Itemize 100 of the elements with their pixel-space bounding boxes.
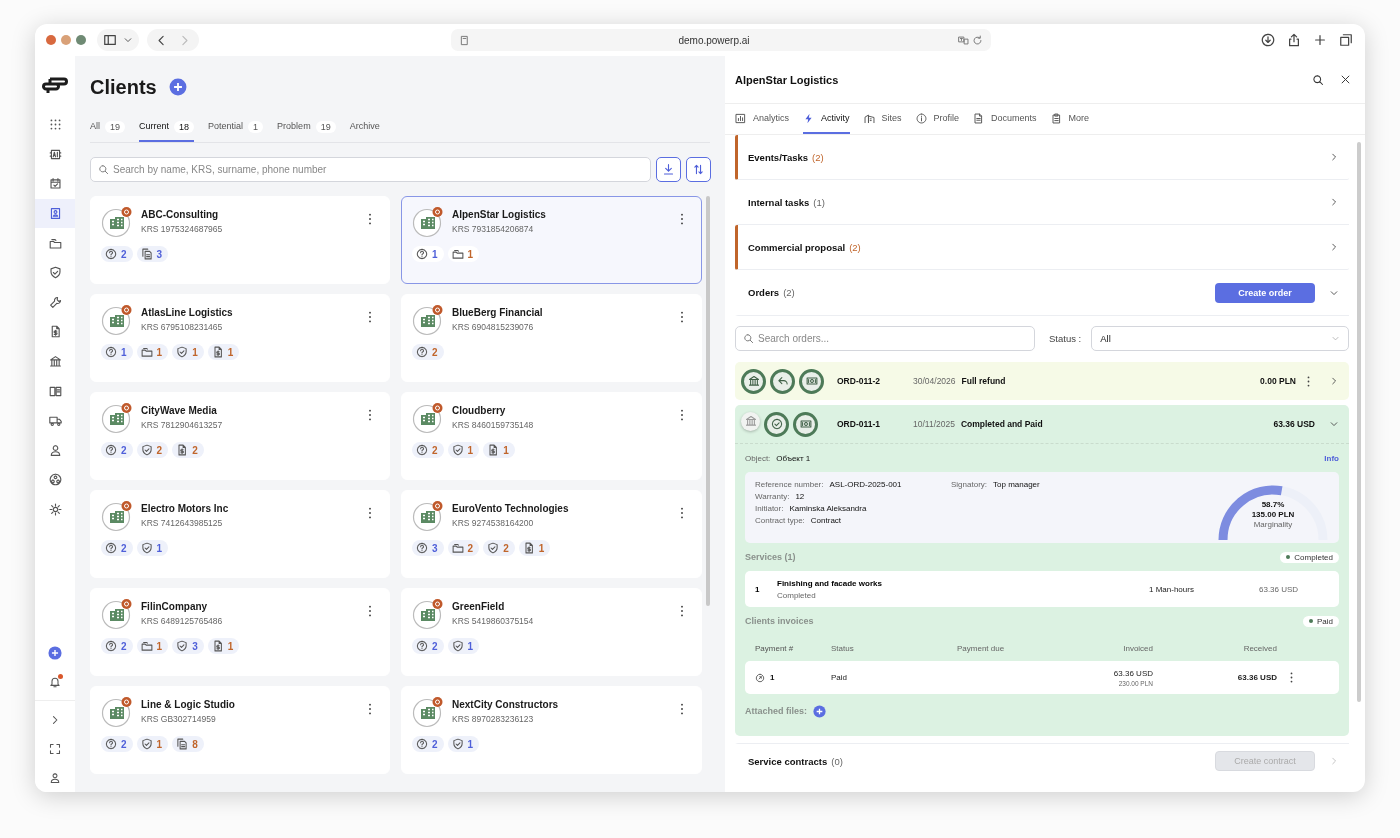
download-icon: [662, 163, 675, 176]
panel-tab[interactable]: Sites: [863, 104, 902, 134]
count: 1: [467, 738, 474, 750]
add-client-icon[interactable]: [168, 78, 187, 96]
logo-icon[interactable]: [42, 76, 68, 96]
section-row[interactable]: Events/Tasks (2): [735, 135, 1349, 180]
client-card[interactable]: Cloudberry KRS 8460159735148 2 1 1: [401, 392, 702, 480]
panel-tab[interactable]: Documents: [973, 104, 1037, 134]
section-title: Service contracts: [748, 755, 828, 767]
client-card[interactable]: GreenField KRS 5419860375154 2 1: [401, 588, 702, 676]
person-icon: [48, 443, 62, 457]
order-search-field[interactable]: Search orders...: [735, 326, 1035, 351]
sidebar-item[interactable]: [35, 198, 75, 229]
client-card[interactable]: AlpenStar Logistics KRS 7931854206874 1 1: [401, 196, 702, 284]
company-avatar-icon: [101, 500, 133, 532]
scrollbar[interactable]: [706, 196, 710, 606]
count: 2: [432, 640, 438, 652]
client-card[interactable]: BlueBerg Financial KRS 6904815239076 2: [401, 294, 702, 382]
contact-card-icon: [48, 207, 62, 221]
order-row[interactable]: ORD-011-1 10/11/2025 Completed and Paid 63.36 USD: [735, 405, 1349, 443]
sidebar-icon: [103, 33, 117, 47]
filter-tab[interactable]: Problem 19: [277, 118, 336, 142]
company-avatar-icon: [412, 206, 444, 238]
plus-circle-icon[interactable]: [48, 645, 62, 660]
status-badge: Completed: [1280, 551, 1339, 563]
filter-tab[interactable]: Archive: [349, 118, 380, 142]
client-krs: KRS 6795108231465: [141, 322, 224, 332]
plus-icon: [1313, 33, 1327, 47]
scrollbar[interactable]: [1357, 142, 1361, 702]
filter-tab[interactable]: All 19: [90, 118, 126, 142]
chevron-right-icon: [1329, 376, 1339, 386]
client-card[interactable]: Line & Logic Studio KRS GB302714959 2 1 8: [90, 686, 390, 774]
bank-icon: [48, 355, 62, 369]
count: 1: [192, 346, 198, 358]
banknote-icon: [799, 418, 812, 430]
order-row[interactable]: ORD-011-2 30/04/2026 Full refund 0.00 PLN: [735, 362, 1349, 400]
panel-tab[interactable]: More: [1050, 104, 1090, 134]
count: 2: [156, 444, 163, 456]
folders-icon: [48, 236, 62, 250]
count: 3: [156, 248, 163, 260]
count: 1: [467, 248, 474, 260]
download-button[interactable]: [656, 157, 681, 182]
buildings-icon: [863, 112, 875, 124]
question-icon: [416, 444, 428, 456]
count: 1: [538, 542, 545, 554]
address-bar[interactable]: demo.powerp.ai: [451, 29, 991, 51]
sort-button[interactable]: [686, 157, 711, 182]
client-card[interactable]: ABC-Consulting KRS 1975324687965 2 3: [90, 196, 390, 284]
client-name: AlpenStar Logistics: [452, 209, 547, 220]
panel-tab[interactable]: Activity: [803, 104, 850, 134]
company-avatar-icon: [412, 402, 444, 434]
bell-icon: [49, 675, 61, 688]
field-value: ASL-ORD-2025-001: [829, 480, 902, 489]
company-avatar-icon: [101, 696, 133, 728]
window-controls-drawing[interactable]: [45, 34, 89, 46]
tabs-overview-button[interactable]: [1337, 31, 1355, 49]
field-label: Contract type:: [755, 516, 805, 525]
apps-grid-icon: [48, 118, 62, 132]
company-avatar-icon: [101, 206, 133, 238]
count: 1: [432, 248, 438, 260]
invoice-icon: [522, 542, 535, 554]
client-card[interactable]: EuroVento Technologies KRS 9274538164200 3 2 2 1: [401, 490, 702, 578]
section-count: (2): [783, 287, 795, 298]
panel-tab[interactable]: Analytics: [735, 104, 789, 134]
panel-tab[interactable]: Profile: [915, 104, 960, 134]
filter-tab[interactable]: Current 18: [139, 118, 195, 142]
client-card[interactable]: NextCity Constructors KRS 8970283236123 2 1: [401, 686, 702, 774]
close-button[interactable]: [1340, 74, 1351, 85]
question-icon: [105, 738, 117, 750]
field-label: Signatory:: [951, 480, 988, 489]
service-price: 63.36 USD: [1259, 584, 1300, 594]
section-row[interactable]: Internal tasks (1): [735, 180, 1349, 225]
question-icon: [416, 346, 428, 358]
client-card[interactable]: FilinCompany KRS 6489125765486 2 1 3 1: [90, 588, 390, 676]
count: 2: [121, 640, 127, 652]
client-name: NextCity Constructors: [452, 699, 560, 710]
downloads-button[interactable]: [1259, 31, 1277, 49]
client-name: Cloudberry: [452, 405, 507, 416]
company-avatar-icon: [101, 304, 133, 336]
client-card[interactable]: AtlasLine Logistics KRS 6795108231465 1 1 1 1: [90, 294, 390, 382]
shield-check-icon: [140, 444, 153, 456]
status-select[interactable]: All: [1091, 326, 1349, 351]
client-krs: KRS 1975324687965: [141, 224, 224, 234]
info-link[interactable]: Info: [1324, 453, 1339, 463]
count: 2: [432, 346, 438, 358]
company-avatar-icon: [101, 598, 133, 630]
chevron-right-icon: [1329, 242, 1339, 252]
create-order-button[interactable]: Create order: [1215, 282, 1315, 303]
search-field[interactable]: Search by name, KRS, surname, phone number: [90, 157, 651, 182]
client-card[interactable]: CityWave Media KRS 7812904613257 2 2 2: [90, 392, 390, 480]
sort-icon: [692, 163, 705, 176]
sidebar-toggle-button[interactable]: [97, 29, 139, 51]
add-file-icon[interactable]: [813, 704, 826, 718]
filter-tab[interactable]: Potential 1: [208, 118, 264, 142]
section-row[interactable]: Commercial proposal (2): [735, 225, 1349, 270]
documents-icon: [176, 738, 189, 750]
search-button[interactable]: [1312, 73, 1324, 86]
client-name: GreenField: [452, 601, 506, 612]
client-card[interactable]: Electro Motors Inc KRS 7412643985125 2 1: [90, 490, 390, 578]
count: 2: [121, 542, 127, 554]
